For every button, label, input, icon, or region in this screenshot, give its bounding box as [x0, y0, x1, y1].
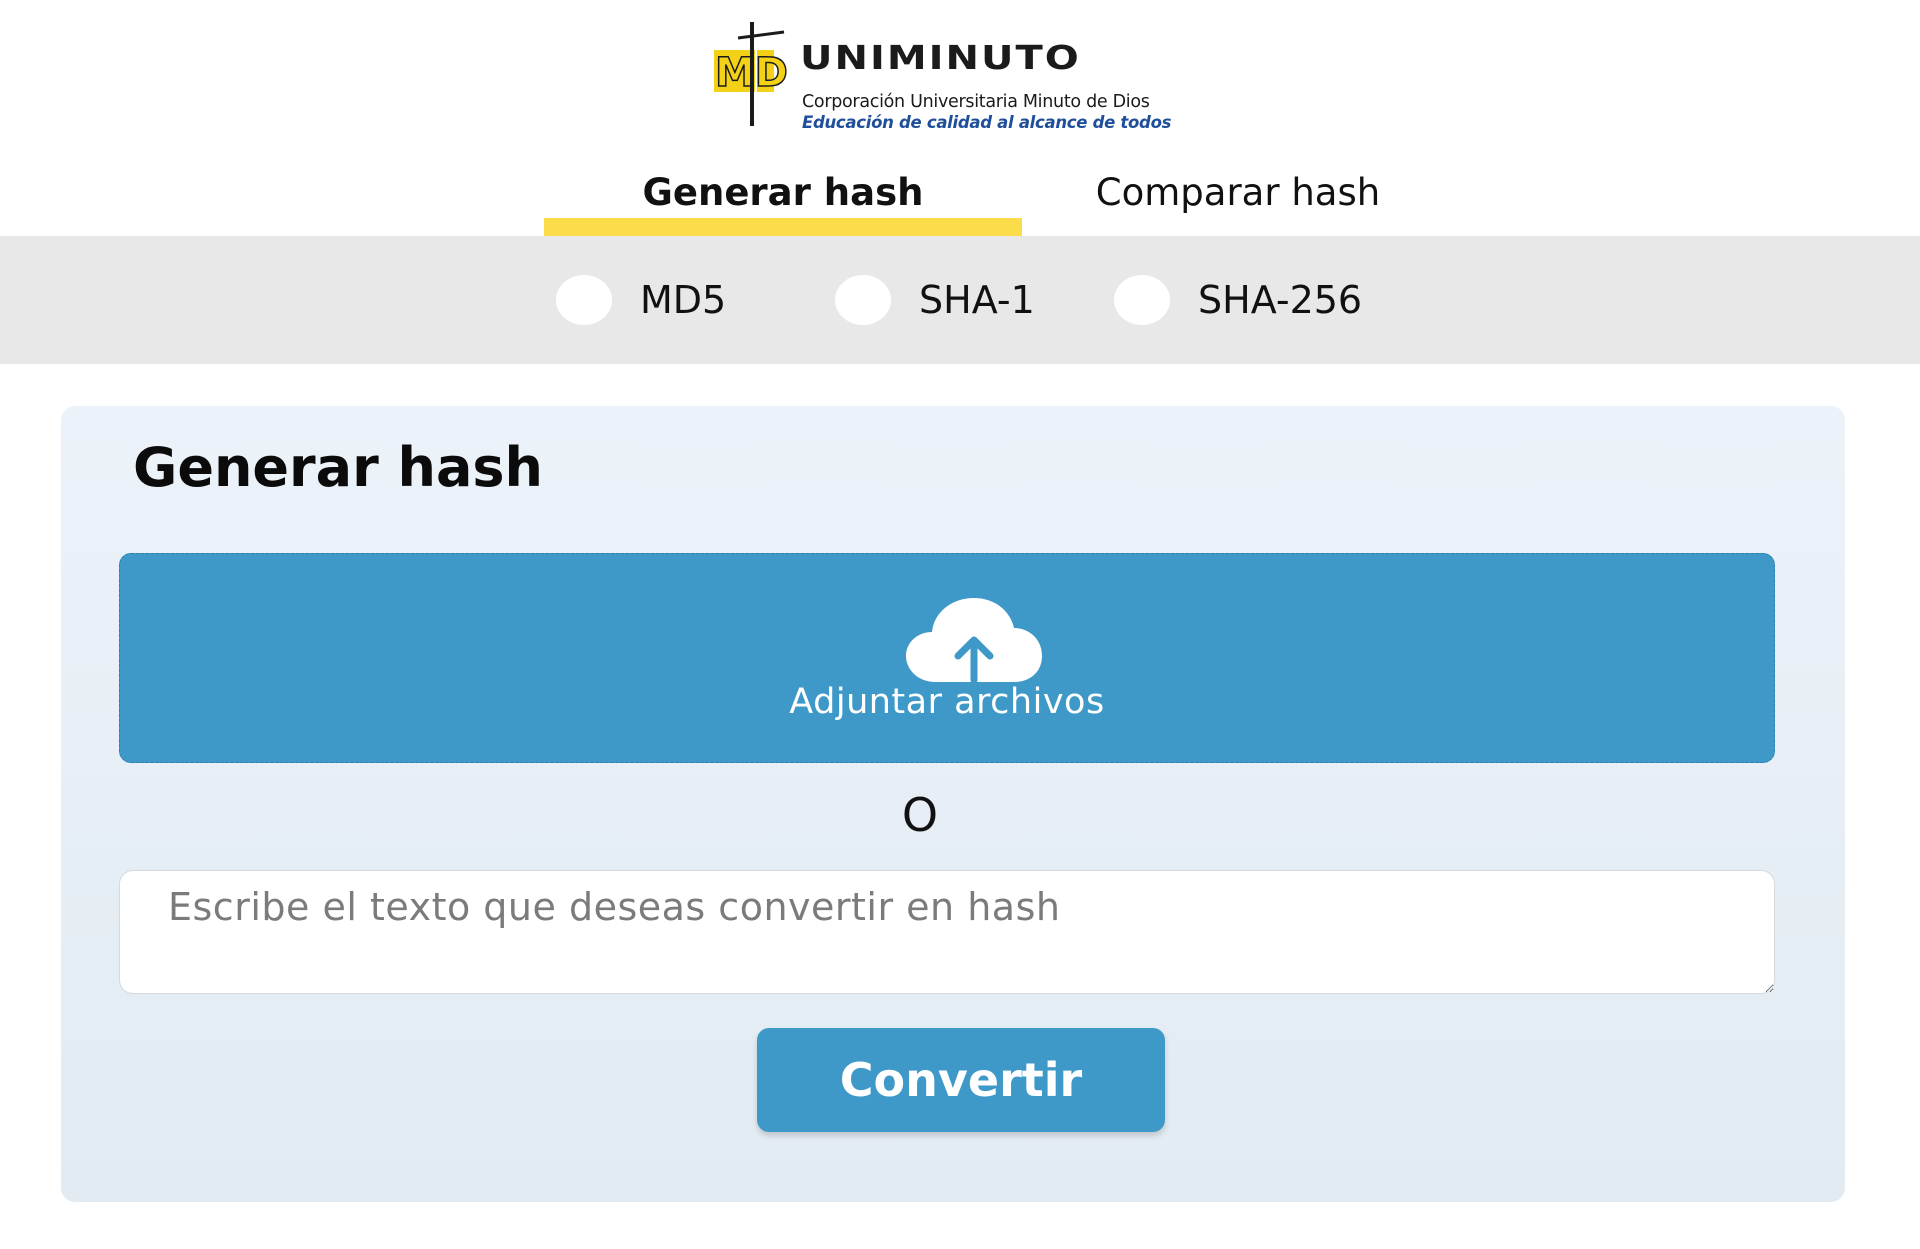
- algo-option-sha1[interactable]: SHA-1: [835, 236, 1035, 364]
- algo-label-sha256: SHA-256: [1198, 278, 1363, 322]
- convert-button[interactable]: Convertir: [757, 1028, 1165, 1132]
- upload-files-button[interactable]: Adjuntar archivos: [119, 553, 1775, 763]
- tab-generar-hash[interactable]: Generar hash: [544, 148, 1022, 236]
- tab-bar: Generar hash Comparar hash: [0, 148, 1920, 236]
- algo-label-md5: MD5: [640, 278, 727, 322]
- logo-tagline: Educación de calidad al alcance de todos: [802, 113, 1172, 132]
- generate-hash-card: Generar hash Adjuntar archivos O Convert…: [61, 406, 1845, 1202]
- hash-text-input[interactable]: [119, 870, 1775, 994]
- uniminuto-logo[interactable]: MD UNIMINUTO Corporación Universitaria M…: [712, 20, 1192, 132]
- radio-md5[interactable]: [556, 275, 612, 325]
- upload-label: Adjuntar archivos: [789, 682, 1105, 722]
- card-title: Generar hash: [133, 436, 543, 499]
- algo-label-sha1: SHA-1: [919, 278, 1035, 322]
- logo-subtitle: Corporación Universitaria Minuto de Dios: [802, 92, 1150, 112]
- algo-option-sha256[interactable]: SHA-256: [1114, 236, 1362, 364]
- radio-sha256[interactable]: [1114, 275, 1170, 325]
- or-separator: O: [901, 788, 939, 842]
- logo-name: UNIMINUTO: [800, 39, 1081, 78]
- tab-comparar-hash[interactable]: Comparar hash: [1045, 148, 1431, 236]
- algo-option-md5[interactable]: MD5: [556, 236, 726, 364]
- algorithm-selector: MD5 SHA-1 SHA-256: [0, 236, 1920, 364]
- header: MD UNIMINUTO Corporación Universitaria M…: [0, 0, 1920, 148]
- uniminuto-logo-icon: MD: [714, 20, 789, 126]
- radio-sha1[interactable]: [835, 275, 891, 325]
- cloud-upload-icon: [906, 598, 1042, 684]
